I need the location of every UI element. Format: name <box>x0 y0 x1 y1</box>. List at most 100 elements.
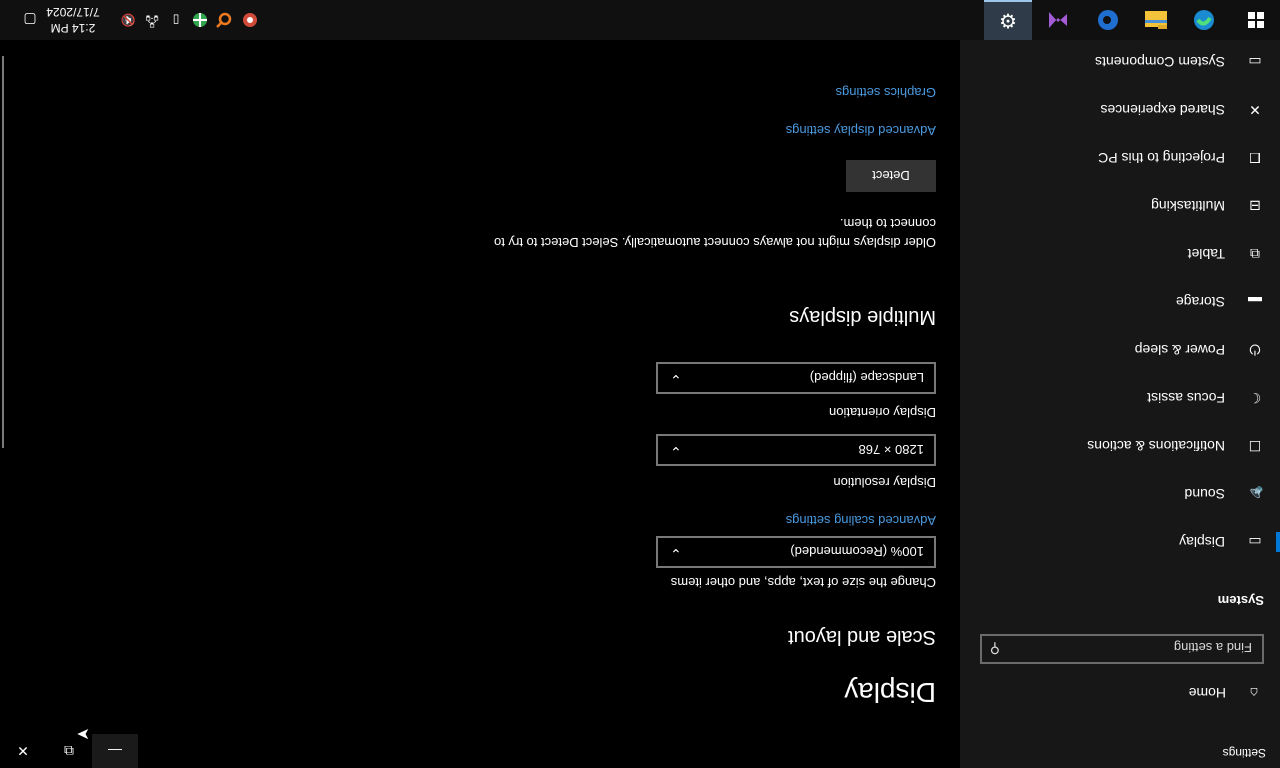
scale-value: 100% (Recommended) <box>790 544 924 559</box>
minimize-button[interactable]: — <box>92 734 138 768</box>
volume-muted-icon: 🔇 <box>120 13 136 27</box>
orientation-dropdown[interactable]: Landscape (flipped) ⌄ <box>656 362 936 394</box>
settings-window: ⌂ Home ⚲ System ▭ Display 🔈 Sound ☐ Noti… <box>0 40 1280 768</box>
taskbar-settings[interactable]: ⚙ <box>984 0 1032 40</box>
scale-dropdown[interactable]: 100% (Recommended) ⌄ <box>656 536 936 568</box>
projecting-icon: ⧠ <box>1249 150 1261 167</box>
nav-item-shared-experiences[interactable]: ✕ Shared experiences <box>960 90 1280 130</box>
start-button[interactable] <box>1232 0 1280 40</box>
orange-app-icon <box>216 12 232 28</box>
close-icon: ✕ <box>17 743 29 760</box>
nav-item-label: Focus assist <box>1147 390 1225 406</box>
taskbar-edge-dev[interactable] <box>1084 0 1132 40</box>
nav-item-label: Sound <box>1184 486 1225 502</box>
orientation-value: Landscape (flipped) <box>809 370 924 385</box>
action-center-icon[interactable]: ▢ <box>20 10 40 30</box>
nav-item-storage[interactable]: ▬ Storage <box>960 282 1280 322</box>
edge-dev-icon <box>1098 10 1118 30</box>
usb-device-icon: ▯ <box>172 13 180 27</box>
orientation-label: Display orientation <box>829 405 936 420</box>
tray-volume-icon[interactable]: 🔇 <box>118 10 138 30</box>
windows-logo-icon <box>1248 12 1264 28</box>
clock-time: 2:14 PM <box>50 21 96 35</box>
taskbar-visual-studio[interactable] <box>1034 0 1082 40</box>
nav-item-tablet[interactable]: ⧉ Tablet <box>960 234 1280 274</box>
title-bar: Settings — ⧉ ✕ <box>0 734 1280 768</box>
scale-label: Change the size of text, apps, and other… <box>670 575 936 590</box>
tray-network-icon[interactable]: 🖧 <box>142 10 162 30</box>
nav-item-label: Display <box>1179 534 1225 550</box>
nav-item-label: Tablet <box>1187 246 1225 262</box>
gear-icon: ⚙ <box>999 9 1017 32</box>
maximize-icon: ⧉ <box>64 743 74 760</box>
nav-item-system-components[interactable]: ▭ System Components <box>960 42 1280 82</box>
resolution-label: Display resolution <box>833 475 936 490</box>
page-title: Display <box>844 677 936 708</box>
nav-item-display[interactable]: ▭ Display <box>960 522 1280 562</box>
multiple-displays-heading: Multiple displays <box>789 306 936 328</box>
storage-icon: ▬ <box>1248 294 1262 310</box>
nav-item-label: Storage <box>1175 294 1225 310</box>
speaker-icon: 🔈 <box>1246 486 1264 503</box>
nav-item-power-sleep[interactable]: ⏻ Power & sleep <box>960 330 1280 370</box>
navigation-pane: ⌂ Home ⚲ System ▭ Display 🔈 Sound ☐ Noti… <box>960 40 1280 768</box>
app-title: Settings <box>1222 746 1266 760</box>
tray-app-icon[interactable] <box>214 10 234 30</box>
nav-item-label: Shared experiences <box>1100 102 1225 118</box>
tray-device-icon[interactable]: ▯ <box>166 10 186 30</box>
tablet-icon: ⧉ <box>1250 246 1260 263</box>
colorful-app-icon <box>243 13 257 27</box>
detect-button[interactable]: Detect <box>846 160 936 192</box>
advanced-scaling-link[interactable]: Advanced scaling settings <box>786 513 936 528</box>
minimize-icon: — <box>108 743 122 759</box>
scale-heading: Scale and layout <box>788 626 936 648</box>
nav-item-label: Projecting to this PC <box>1098 150 1225 166</box>
network-icon: 🖧 <box>145 14 159 29</box>
multiple-displays-description: Older displays might not always connect … <box>494 216 936 250</box>
tray-app-icon[interactable] <box>190 10 210 30</box>
search-icon[interactable]: ⚲ <box>990 640 1000 657</box>
nav-item-label: Multitasking <box>1151 198 1225 214</box>
nav-item-projecting[interactable]: ⧠ Projecting to this PC <box>960 138 1280 178</box>
nav-section-heading: System <box>1217 593 1264 608</box>
shared-icon: ✕ <box>1249 102 1261 119</box>
nav-home-label: Home <box>1188 685 1226 701</box>
nav-item-sound[interactable]: 🔈 Sound <box>960 474 1280 514</box>
nav-item-notifications[interactable]: ☐ Notifications & actions <box>960 426 1280 466</box>
search-box[interactable]: ⚲ <box>980 634 1264 664</box>
multitasking-icon: ⊟ <box>1249 198 1261 215</box>
resolution-value: 1280 × 768 <box>858 442 924 457</box>
scrollbar[interactable] <box>2 56 4 448</box>
nav-item-label: System Components <box>1095 54 1225 70</box>
screen-rotated-180: ⌂ Home ⚲ System ▭ Display 🔈 Sound ☐ Noti… <box>0 0 1280 768</box>
taskbar: ⚙ ▯ 🖧 🔇 2:14 PM 7/17/2024 ▢ <box>0 0 1280 40</box>
tray-app-icon[interactable] <box>240 10 260 30</box>
taskbar-file-explorer[interactable] <box>1132 0 1180 40</box>
nav-home[interactable]: ⌂ Home <box>1189 678 1264 708</box>
advanced-display-link[interactable]: Advanced display settings <box>786 123 936 138</box>
visual-studio-icon <box>1049 12 1067 28</box>
nav-item-focus-assist[interactable]: ☾ Focus assist <box>960 378 1280 418</box>
chevron-down-icon: ⌄ <box>670 444 682 460</box>
search-input[interactable] <box>1010 638 1254 658</box>
moon-icon: ☾ <box>1248 390 1262 407</box>
mouse-cursor-icon: ➤ <box>76 725 90 742</box>
edge-icon <box>1194 10 1214 30</box>
taskbar-edge[interactable] <box>1180 0 1228 40</box>
folder-icon <box>1145 11 1167 29</box>
clock[interactable]: 2:14 PM 7/17/2024 <box>38 4 108 36</box>
clock-date: 7/17/2024 <box>46 5 100 19</box>
nav-item-multitasking[interactable]: ⊟ Multitasking <box>960 186 1280 226</box>
monitor-icon: ▭ <box>1248 534 1262 551</box>
close-button[interactable]: ✕ <box>0 734 46 768</box>
home-icon: ⌂ <box>1249 685 1259 701</box>
nav-item-label: Power & sleep <box>1134 342 1225 358</box>
components-icon: ▭ <box>1248 54 1262 71</box>
chevron-down-icon: ⌄ <box>670 372 682 388</box>
resolution-dropdown[interactable]: 1280 × 768 ⌄ <box>656 434 936 466</box>
power-icon: ⏻ <box>1249 342 1261 359</box>
chevron-down-icon: ⌄ <box>670 546 682 562</box>
graphics-settings-link[interactable]: Graphics settings <box>836 85 936 100</box>
nav-item-label: Notifications & actions <box>1087 438 1225 454</box>
green-app-icon <box>193 13 207 27</box>
